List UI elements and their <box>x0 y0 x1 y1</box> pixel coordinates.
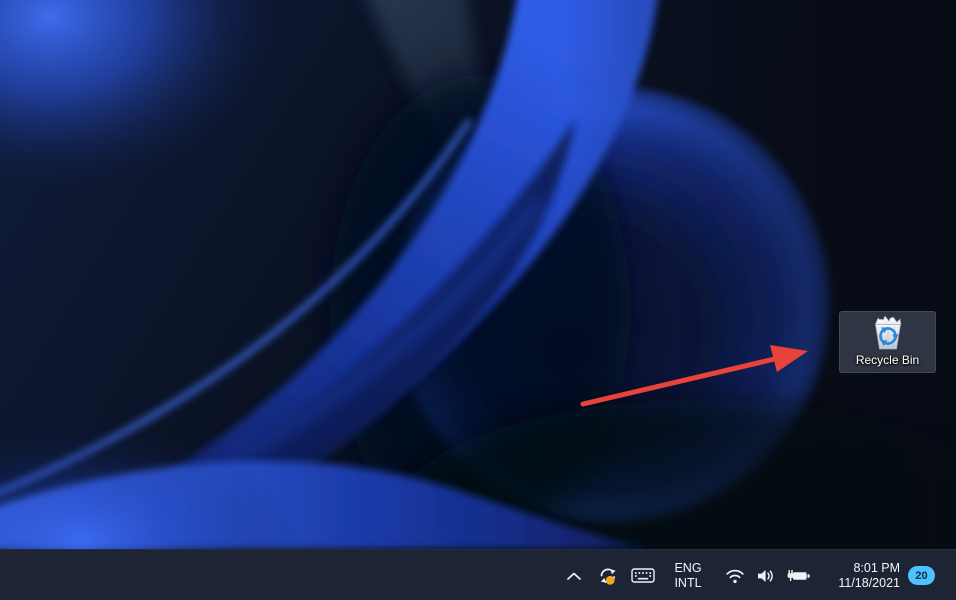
clock-time: 8:01 PM <box>853 561 900 576</box>
windows-11-desktop: Recycle Bin <box>0 0 956 600</box>
notification-count: 20 <box>915 570 927 582</box>
sync-status-button[interactable] <box>595 556 621 596</box>
touch-keyboard-button[interactable] <box>630 556 656 596</box>
hidden-icons-button[interactable] <box>563 556 585 596</box>
touch-keyboard-icon <box>631 567 655 584</box>
chevron-up-icon <box>566 571 582 581</box>
recycle-bin-icon <box>866 313 910 353</box>
notification-badge[interactable]: 20 <box>908 566 935 585</box>
language-code: ENG <box>674 561 701 576</box>
network-volume-battery-button[interactable] <box>724 556 812 596</box>
recycle-bin-desktop-icon[interactable]: Recycle Bin <box>839 311 936 373</box>
sync-attention-icon <box>597 566 619 586</box>
battery-charging-icon <box>786 568 811 584</box>
desktop-wallpaper <box>0 0 956 549</box>
system-tray: ENG INTL <box>563 550 956 600</box>
taskbar: ENG INTL <box>0 549 956 600</box>
wifi-icon <box>725 568 745 584</box>
recycle-bin-label: Recycle Bin <box>856 353 919 367</box>
clock-date: 11/18/2021 <box>838 576 900 591</box>
language-switcher[interactable]: ENG INTL <box>670 556 706 596</box>
language-region: INTL <box>674 576 701 591</box>
clock[interactable]: 8:01 PM 11/18/2021 <box>830 556 900 596</box>
volume-icon <box>756 568 775 584</box>
